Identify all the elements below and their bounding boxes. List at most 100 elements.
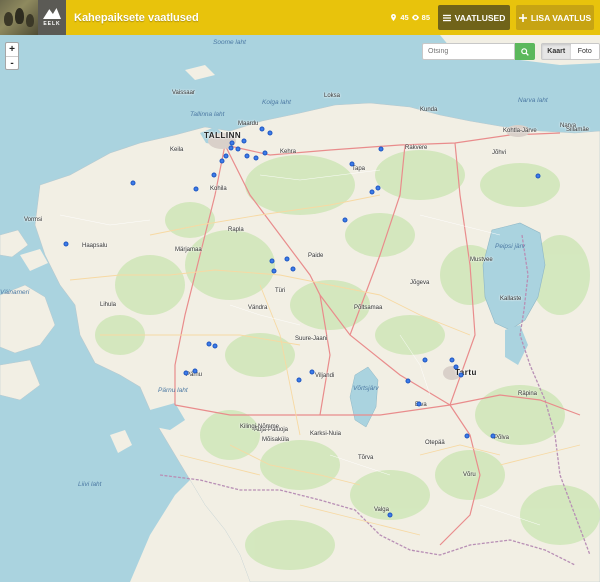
town-label: Kunda <box>420 107 438 113</box>
observation-count: 85 <box>421 13 430 22</box>
layer-option-map[interactable]: Kaart <box>542 44 571 59</box>
town-label: Jõhvi <box>492 150 507 156</box>
water-label: Võrtsjärv <box>353 385 379 392</box>
search-button[interactable] <box>515 43 535 60</box>
map-pin-icon <box>391 14 397 21</box>
app-title[interactable]: Kahepaiksete vaatlused <box>74 12 199 24</box>
observation-marker[interactable] <box>449 357 455 363</box>
observation-marker[interactable] <box>284 256 290 262</box>
water-label: Liivi laht <box>78 481 102 488</box>
town-label: Keila <box>170 147 184 153</box>
frog-silhouette <box>26 14 34 27</box>
add-observation-button[interactable]: LISA VAATLUS <box>516 5 594 30</box>
water-label: Peipsi järv <box>495 243 525 250</box>
header-stats: 45 85 <box>390 13 430 22</box>
zoom-in-button[interactable]: + <box>6 43 18 56</box>
town-label: Räpina <box>518 391 538 397</box>
town-label: Kohtla-Järve <box>503 128 537 134</box>
observation-marker[interactable] <box>228 145 234 151</box>
observation-marker[interactable] <box>130 180 136 186</box>
observation-marker[interactable] <box>211 172 217 178</box>
observation-marker[interactable] <box>253 155 259 161</box>
water-label: Pärnu laht <box>158 387 188 394</box>
town-label: Rakvere <box>405 145 428 151</box>
town-label: Otepää <box>425 440 445 446</box>
town-label: Mõisaküla <box>262 437 290 443</box>
observation-marker[interactable] <box>183 370 189 376</box>
observation-marker[interactable] <box>422 357 428 363</box>
observation-marker[interactable] <box>262 150 268 156</box>
list-icon <box>442 14 451 21</box>
app-header: EELK Kahepaiksete vaatlused 45 85 VAATLU… <box>0 0 600 35</box>
eelk-logo[interactable]: EELK <box>38 0 66 35</box>
town-label: Kilingi-Nõmme <box>240 424 280 430</box>
observation-marker[interactable] <box>490 433 496 439</box>
observation-marker[interactable] <box>416 401 422 407</box>
observation-marker[interactable] <box>405 378 411 384</box>
observation-marker[interactable] <box>349 161 355 167</box>
town-label: Tõrva <box>358 455 374 461</box>
observation-marker[interactable] <box>458 372 464 378</box>
town-label: Rapla <box>228 227 244 233</box>
observation-marker[interactable] <box>453 364 459 370</box>
town-label: Sillamäe <box>566 127 590 133</box>
observation-marker[interactable] <box>269 258 275 264</box>
map-canvas[interactable]: Soome laht Narva laht Kolga laht Tallinn… <box>0 35 600 582</box>
observation-marker[interactable] <box>267 130 273 136</box>
observation-marker[interactable] <box>63 241 69 247</box>
observation-marker[interactable] <box>223 153 229 159</box>
town-label: Mustvee <box>470 257 493 263</box>
observation-marker[interactable] <box>235 146 241 152</box>
town-label: Põltsamaa <box>354 305 383 311</box>
town-label: Kohila <box>210 186 227 192</box>
observation-marker[interactable] <box>342 217 348 223</box>
observation-marker[interactable] <box>464 433 470 439</box>
town-label: Suure-Jaani <box>295 336 328 342</box>
eelk-logo-text: EELK <box>43 21 61 27</box>
frog-logo-image[interactable] <box>0 0 38 35</box>
town-label: Maardu <box>238 121 259 127</box>
frog-silhouette <box>15 8 24 24</box>
observation-marker[interactable] <box>241 138 247 144</box>
observation-marker[interactable] <box>290 266 296 272</box>
observation-marker[interactable] <box>535 173 541 179</box>
observation-marker[interactable] <box>375 185 381 191</box>
observation-marker[interactable] <box>271 268 277 274</box>
observation-marker[interactable] <box>369 189 375 195</box>
water-label: Tallinna laht <box>190 111 225 118</box>
observation-marker[interactable] <box>244 153 250 159</box>
observation-marker[interactable] <box>206 341 212 347</box>
water-label: Soome laht <box>213 39 246 46</box>
city-label: TALLINN <box>204 131 242 140</box>
town-label: Haapsalu <box>82 243 108 249</box>
observation-marker[interactable] <box>193 186 199 192</box>
observation-marker[interactable] <box>192 368 198 374</box>
eye-icon <box>411 14 419 21</box>
observation-marker[interactable] <box>296 377 302 383</box>
town-label: Põlva <box>494 435 510 441</box>
town-label: Türi <box>275 288 286 294</box>
town-label: Lihula <box>100 302 117 308</box>
observation-marker[interactable] <box>259 126 265 132</box>
observations-button-label: VAATLUSED <box>454 12 506 23</box>
town-label: Viljandi <box>315 373 335 379</box>
search-input[interactable] <box>422 43 515 60</box>
observation-marker[interactable] <box>387 512 393 518</box>
frog-silhouette <box>4 12 13 26</box>
zoom-control: + - <box>5 42 19 70</box>
observation-marker[interactable] <box>219 158 225 164</box>
add-observation-button-label: LISA VAATLUS <box>530 12 592 23</box>
observation-marker[interactable] <box>378 146 384 152</box>
town-label: Jõgeva <box>410 280 430 286</box>
zoom-out-button[interactable]: - <box>6 56 18 69</box>
town-label: Kallaste <box>500 296 522 302</box>
observations-button[interactable]: VAATLUSED <box>438 5 510 30</box>
observation-marker[interactable] <box>212 343 218 349</box>
town-label: Vändra <box>248 305 268 311</box>
town-label: Loksa <box>324 93 341 99</box>
layer-option-photo[interactable]: Foto <box>570 44 599 59</box>
eelk-logo-icon <box>43 8 61 19</box>
map-tiles <box>0 35 600 582</box>
location-count: 45 <box>400 13 409 22</box>
observation-marker[interactable] <box>309 369 315 375</box>
